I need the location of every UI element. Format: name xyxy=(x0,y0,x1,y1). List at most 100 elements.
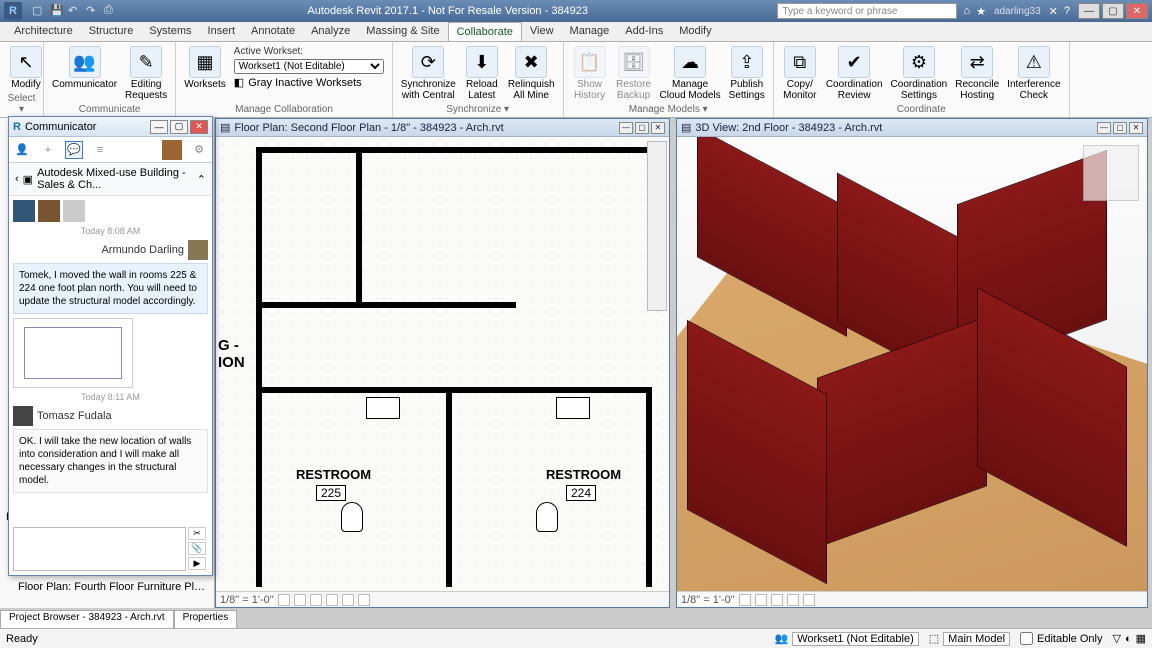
worksets-button[interactable]: ▦Worksets xyxy=(182,44,228,92)
vc-icon[interactable] xyxy=(771,594,783,606)
contacts-tab[interactable]: 👤 xyxy=(13,141,31,159)
view-close-button[interactable]: ✕ xyxy=(651,122,665,134)
nav-bar[interactable] xyxy=(647,141,667,311)
tab-insert[interactable]: Insert xyxy=(200,22,244,41)
sun-icon[interactable] xyxy=(310,594,322,606)
user-avatar[interactable] xyxy=(162,140,182,160)
scale-label[interactable]: 1/8" = 1'-0" xyxy=(220,594,274,606)
coord-settings-button[interactable]: ⚙Coordination Settings xyxy=(889,44,950,103)
username[interactable]: adarling33 xyxy=(994,6,1041,17)
app-logo[interactable]: R xyxy=(4,2,22,20)
editing-requests-button[interactable]: ✎Editing Requests xyxy=(123,44,169,103)
qat-save-icon[interactable]: 💾 xyxy=(50,4,64,18)
visual-icon[interactable] xyxy=(294,594,306,606)
design-option-icon[interactable]: ⬚ xyxy=(929,632,939,645)
3d-view[interactable]: ▤ 3D View: 2nd Floor - 384923 - Arch.rvt… xyxy=(676,118,1148,608)
quick-access-toolbar[interactable]: ▢ 💾 ↶ ↷ ⎙ xyxy=(32,4,118,18)
qat-redo-icon[interactable]: ↷ xyxy=(86,4,100,18)
minimize-button[interactable]: ― xyxy=(1078,3,1100,19)
modify-button[interactable]: ↖Modify xyxy=(6,44,46,92)
vc-icon[interactable] xyxy=(739,594,751,606)
filter-icon[interactable]: ▽ xyxy=(1112,632,1120,645)
tab-systems[interactable]: Systems xyxy=(141,22,199,41)
close-button[interactable]: ✕ xyxy=(1126,3,1148,19)
floorplan-view[interactable]: ▤ Floor Plan: Second Floor Plan - 1/8" -… xyxy=(215,118,670,608)
tab-collaborate[interactable]: Collaborate xyxy=(448,22,522,41)
exchange-icon[interactable]: ✕ xyxy=(1049,5,1058,18)
qat-open-icon[interactable]: ▢ xyxy=(32,4,46,18)
tab-architecture[interactable]: Architecture xyxy=(6,22,81,41)
comm-max-button[interactable]: ▢ xyxy=(170,120,188,134)
communicator-window[interactable]: R Communicator ― ▢ ✕ 👤 + 💬 ≡ ⚙ ‹ ▣ Autod… xyxy=(8,116,213,576)
coord-review-button[interactable]: ✔Coordination Review xyxy=(824,44,885,103)
3d-canvas[interactable] xyxy=(677,137,1147,591)
vc-icon[interactable] xyxy=(803,594,815,606)
view-max-button[interactable]: ▢ xyxy=(1113,122,1127,134)
qat-undo-icon[interactable]: ↶ xyxy=(68,4,82,18)
tab-analyze[interactable]: Analyze xyxy=(303,22,358,41)
chevron-up-icon[interactable]: ⌃ xyxy=(197,173,206,186)
properties-tab[interactable]: Properties xyxy=(174,610,238,628)
attach-icon[interactable]: 📎 xyxy=(188,542,206,555)
chat-tab[interactable]: 💬 xyxy=(65,141,83,159)
attachment-thumbnail[interactable] xyxy=(13,318,133,388)
chat-body[interactable]: Today 8:08 AM Armundo Darling Tomek, I m… xyxy=(9,196,212,536)
sync-central-button[interactable]: ⟳Synchronize with Central xyxy=(399,44,458,103)
reconcile-button[interactable]: ⇄Reconcile Hosting xyxy=(953,44,1001,103)
tab-modify[interactable]: Modify xyxy=(671,22,719,41)
gear-icon[interactable]: ⚙ xyxy=(190,141,208,159)
chat-input[interactable] xyxy=(13,527,186,571)
view-min-button[interactable]: ― xyxy=(619,122,633,134)
communicator-titlebar[interactable]: R Communicator ― ▢ ✕ xyxy=(9,117,212,137)
tab-structure[interactable]: Structure xyxy=(81,22,142,41)
sb-icon[interactable]: ▦ xyxy=(1136,632,1146,645)
restore-backup-button[interactable]: 🗄Restore Backup xyxy=(614,44,654,103)
view-close-button[interactable]: ✕ xyxy=(1129,122,1143,134)
view-control-bar[interactable]: 1/8" = 1'-0" xyxy=(677,591,1147,607)
list-tab[interactable]: ≡ xyxy=(91,141,109,159)
tab-massing[interactable]: Massing & Site xyxy=(358,22,447,41)
floorplan-title[interactable]: ▤ Floor Plan: Second Floor Plan - 1/8" -… xyxy=(216,119,669,137)
gray-inactive-button[interactable]: ◧Gray Inactive Worksets xyxy=(234,76,384,89)
vc-icon[interactable] xyxy=(755,594,767,606)
show-history-button[interactable]: 📋Show History xyxy=(570,44,610,103)
send-icon[interactable]: ▶ xyxy=(188,557,206,570)
sb-icon[interactable]: ◐ xyxy=(1125,633,1132,645)
qat-print-icon[interactable]: ⎙ xyxy=(104,4,118,18)
project-browser-tab[interactable]: Project Browser - 384923 - Arch.rvt xyxy=(0,610,174,628)
view-control-bar[interactable]: 1/8" = 1'-0" xyxy=(216,591,669,607)
editable-only-checkbox[interactable] xyxy=(1020,632,1033,645)
tab-annotate[interactable]: Annotate xyxy=(243,22,303,41)
relinquish-button[interactable]: ✖Relinquish All Mine xyxy=(506,44,557,103)
add-contact-tab[interactable]: + xyxy=(39,141,57,159)
communicator-button[interactable]: 👥Communicator xyxy=(50,44,119,92)
help-icon[interactable]: ? xyxy=(1064,5,1070,17)
chevron-left-icon[interactable]: ‹ xyxy=(15,173,19,185)
comm-min-button[interactable]: ― xyxy=(150,120,168,134)
browser-item[interactable]: Floor Plan: Fourth Floor Furniture Plan … xyxy=(4,580,209,594)
crop-icon[interactable] xyxy=(342,594,354,606)
vc-icon[interactable] xyxy=(787,594,799,606)
tab-view[interactable]: View xyxy=(522,22,562,41)
signin-icon[interactable]: ★ xyxy=(976,5,986,18)
detail-icon[interactable] xyxy=(278,594,290,606)
floorplan-canvas[interactable]: RESTROOM 225 RESTROOM 224 G - ION xyxy=(216,137,669,591)
view-cube[interactable] xyxy=(1083,145,1139,201)
reload-latest-button[interactable]: ⬇Reload Latest xyxy=(462,44,502,103)
comm-close-button[interactable]: ✕ xyxy=(190,120,208,134)
chat-room-header[interactable]: ‹ ▣ Autodesk Mixed-use Building - Sales … xyxy=(9,163,212,196)
manage-cloud-button[interactable]: ☁Manage Cloud Models xyxy=(658,44,723,103)
status-mainmodel[interactable]: Main Model xyxy=(943,632,1010,646)
select-panel[interactable]: Select ▾ xyxy=(6,93,37,115)
interference-button[interactable]: ⚠Interference Check xyxy=(1005,44,1062,103)
workset-icon[interactable]: 👥 xyxy=(774,632,788,645)
view-min-button[interactable]: ― xyxy=(1097,122,1111,134)
tab-manage[interactable]: Manage xyxy=(562,22,618,41)
maximize-button[interactable]: ▢ xyxy=(1102,3,1124,19)
hide-icon[interactable] xyxy=(358,594,370,606)
3d-view-title[interactable]: ▤ 3D View: 2nd Floor - 384923 - Arch.rvt… xyxy=(677,119,1147,137)
publish-settings-button[interactable]: ⇪Publish Settings xyxy=(727,44,767,103)
infocenter-icon[interactable]: ⌂ xyxy=(963,5,970,17)
tab-addins[interactable]: Add-Ins xyxy=(617,22,671,41)
scale-label[interactable]: 1/8" = 1'-0" xyxy=(681,594,735,606)
